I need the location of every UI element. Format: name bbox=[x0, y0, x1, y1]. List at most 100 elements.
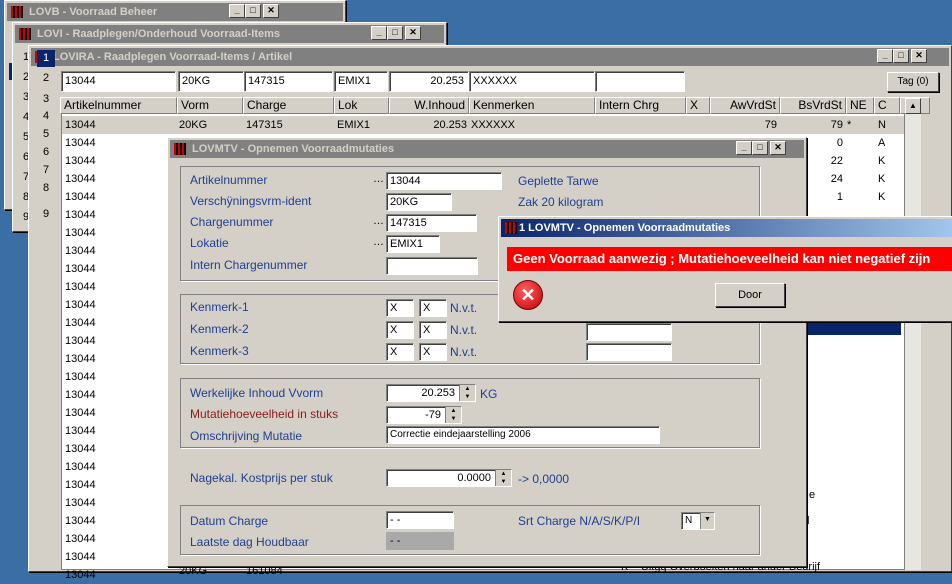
col-intern-chrg[interactable]: Intern Chrg bbox=[595, 97, 686, 114]
houdbaar-field: - - bbox=[386, 532, 454, 550]
col-charge[interactable]: Charge bbox=[243, 97, 334, 114]
minimize-icon[interactable]: _ bbox=[736, 141, 752, 155]
cell-artikel: 13044 bbox=[65, 335, 96, 347]
maximize-icon[interactable]: □ bbox=[245, 4, 261, 18]
cell-c: K bbox=[878, 191, 886, 203]
col-winhoud[interactable]: W.Inhoud bbox=[389, 97, 469, 114]
dialog-title: 1 LOVMTV - Opnemen Voorraadmutaties bbox=[519, 222, 731, 234]
verschijning-field[interactable]: 20KG bbox=[386, 193, 452, 211]
verschijning-label: Verschÿningsvrm-ident bbox=[190, 194, 312, 208]
werkelijke-field[interactable]: 20.253 ▲ ▼ bbox=[386, 384, 476, 402]
titlebar-lovb[interactable]: LOVB - Voorraad Beheer _ □ ✕ bbox=[7, 3, 343, 21]
spinner[interactable]: ▲ ▼ bbox=[445, 407, 461, 423]
close-icon[interactable]: ✕ bbox=[911, 49, 927, 63]
cell-c: K bbox=[878, 173, 886, 185]
cell-artikel: 13044 bbox=[65, 281, 96, 293]
lokatie-label: Lokatie bbox=[190, 236, 229, 250]
close-icon[interactable]: ✕ bbox=[263, 4, 279, 18]
close-icon[interactable]: ✕ bbox=[770, 141, 786, 155]
kenmerk-extra-field[interactable] bbox=[586, 323, 672, 341]
col-kenmerken[interactable]: Kenmerken bbox=[469, 97, 595, 114]
col-c[interactable]: C bbox=[874, 97, 900, 114]
door-button[interactable]: Door bbox=[715, 283, 785, 307]
kenmerk-field[interactable]: X bbox=[386, 321, 414, 339]
minimize-icon[interactable]: _ bbox=[877, 49, 893, 63]
cell-vorm: 20KG bbox=[179, 119, 208, 131]
app-icon bbox=[19, 28, 31, 40]
omschrijving-field[interactable]: Correctie eindejaarstelling 2006 bbox=[386, 426, 660, 444]
close-icon[interactable]: ✕ bbox=[405, 26, 421, 40]
row-number: 5 bbox=[42, 128, 50, 140]
col-artikelnummer[interactable]: Artikelnummer bbox=[60, 97, 177, 114]
cell-artikel: 13044 bbox=[65, 569, 96, 581]
titlebar-dialog[interactable]: 1 LOVMTV - Opnemen Voorraadmutaties bbox=[501, 219, 952, 237]
kenmerk-field[interactable]: X bbox=[386, 343, 414, 361]
chevron-down-icon[interactable]: ▼ bbox=[700, 513, 714, 529]
artikelnummer-field[interactable]: 13044 bbox=[386, 172, 502, 190]
vertical-scrollbar[interactable]: ▲ bbox=[905, 98, 921, 570]
row-number: 7 bbox=[42, 164, 50, 176]
row-number: 9 bbox=[42, 208, 50, 220]
datum-field[interactable]: - - bbox=[386, 511, 454, 529]
col-lok[interactable]: Lok bbox=[334, 97, 389, 114]
col-bsvrdst[interactable]: BsVrdSt bbox=[780, 97, 846, 114]
error-icon: ✕ bbox=[513, 280, 543, 310]
window-controls: _ □ ✕ bbox=[736, 141, 786, 155]
kenmerk-field[interactable]: X bbox=[386, 299, 414, 317]
cell-c: N bbox=[878, 119, 886, 131]
kostprijs-field[interactable]: 0.0000 ▲ ▼ bbox=[386, 469, 512, 487]
app-icon bbox=[174, 143, 186, 155]
kenmerk-field[interactable]: X bbox=[419, 321, 447, 339]
titlebar-lovi[interactable]: LOVI - Raadplegen/Onderhoud Voorraad-Ite… bbox=[15, 25, 444, 43]
cell-artikel: 13044 bbox=[65, 209, 96, 221]
spinner[interactable]: ▲ ▼ bbox=[459, 385, 475, 401]
cell-artikel: 13044 bbox=[65, 371, 96, 383]
cell-ne: * bbox=[847, 119, 852, 131]
minimize-icon[interactable]: _ bbox=[229, 4, 245, 18]
lokatie-field[interactable]: EMIX1 bbox=[386, 235, 440, 253]
srt-select[interactable]: N ▼ bbox=[681, 512, 715, 530]
row-number-selected[interactable]: 1 bbox=[37, 50, 55, 67]
srt-value: N bbox=[685, 515, 693, 526]
kenmerk-field[interactable]: X bbox=[419, 299, 447, 317]
filter-charge[interactable]: 147315 bbox=[244, 71, 333, 92]
charge-field[interactable]: 147315 bbox=[386, 214, 477, 232]
cell-lok: EMIX1 bbox=[337, 119, 371, 131]
filter-vorm[interactable]: 20KG bbox=[178, 71, 244, 92]
nvt-label: N.v.t. bbox=[450, 345, 478, 359]
cell-artikel: 13044 bbox=[65, 389, 96, 401]
kenmerk-field[interactable]: X bbox=[419, 343, 447, 361]
filter-inhoud[interactable]: 20.253 bbox=[389, 71, 469, 92]
nvt-label: N.v.t. bbox=[450, 301, 478, 315]
row-number: 6 bbox=[42, 146, 50, 158]
filter-extra[interactable] bbox=[595, 71, 685, 92]
datum-label: Datum Charge bbox=[190, 514, 269, 528]
maximize-icon[interactable]: □ bbox=[752, 141, 768, 155]
filter-lok[interactable]: EMIX1 bbox=[334, 71, 388, 92]
titlebar-lovmtv[interactable]: LOVMTV - Opnemen Voorraadmutaties _ □ ✕ bbox=[170, 140, 804, 158]
kenmerk-extra-field[interactable] bbox=[586, 343, 672, 361]
scroll-up-icon[interactable]: ▲ bbox=[905, 98, 921, 114]
kostprijs-result: -> 0,0000 bbox=[518, 472, 570, 486]
col-vorm[interactable]: Vorm bbox=[177, 97, 243, 114]
col-awvrdst[interactable]: AwVrdSt bbox=[710, 97, 780, 114]
col-x[interactable]: X bbox=[686, 97, 710, 114]
filter-artikel[interactable]: 13044 bbox=[61, 71, 176, 92]
tag-button[interactable]: Tag (0) bbox=[887, 72, 939, 92]
filter-kenmerken[interactable]: XXXXXX bbox=[469, 71, 595, 92]
maximize-icon[interactable]: □ bbox=[893, 49, 909, 63]
cell-artikel: 13044 bbox=[65, 155, 96, 167]
dots: … bbox=[373, 236, 384, 248]
intern-field[interactable] bbox=[386, 257, 478, 275]
spinner[interactable]: ▲ ▼ bbox=[495, 470, 511, 486]
minimize-icon[interactable]: _ bbox=[371, 26, 387, 40]
mutatie-field[interactable]: -79 ▲ ▼ bbox=[386, 406, 462, 424]
cell-artikel: 13044 bbox=[65, 191, 96, 203]
werkelijke-unit: KG bbox=[480, 387, 498, 401]
cell-artikel: 13044 bbox=[65, 353, 96, 365]
titlebar-lovira[interactable]: LOVIRA - Raadplegen Voorraad-Items / Art… bbox=[31, 48, 949, 66]
window-lovmtv: LOVMTV - Opnemen Voorraadmutaties _ □ ✕ Ar… bbox=[167, 137, 807, 567]
maximize-icon[interactable]: □ bbox=[387, 26, 403, 40]
app-icon bbox=[11, 6, 23, 18]
col-ne[interactable]: NE bbox=[846, 97, 874, 114]
